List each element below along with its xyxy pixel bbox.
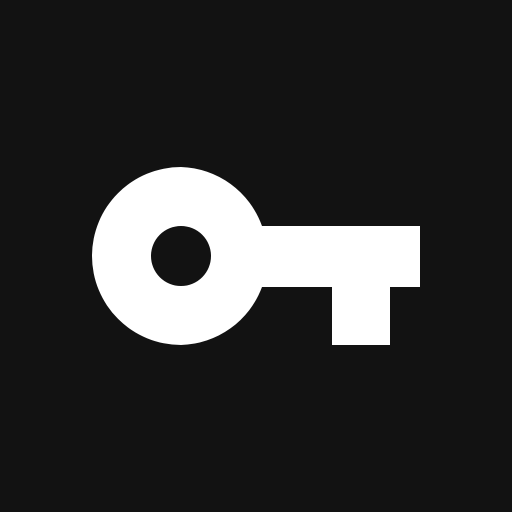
key-shape bbox=[92, 167, 420, 345]
key-icon-container bbox=[0, 0, 512, 512]
app-icon-canvas bbox=[0, 0, 512, 512]
key-icon bbox=[92, 167, 420, 345]
